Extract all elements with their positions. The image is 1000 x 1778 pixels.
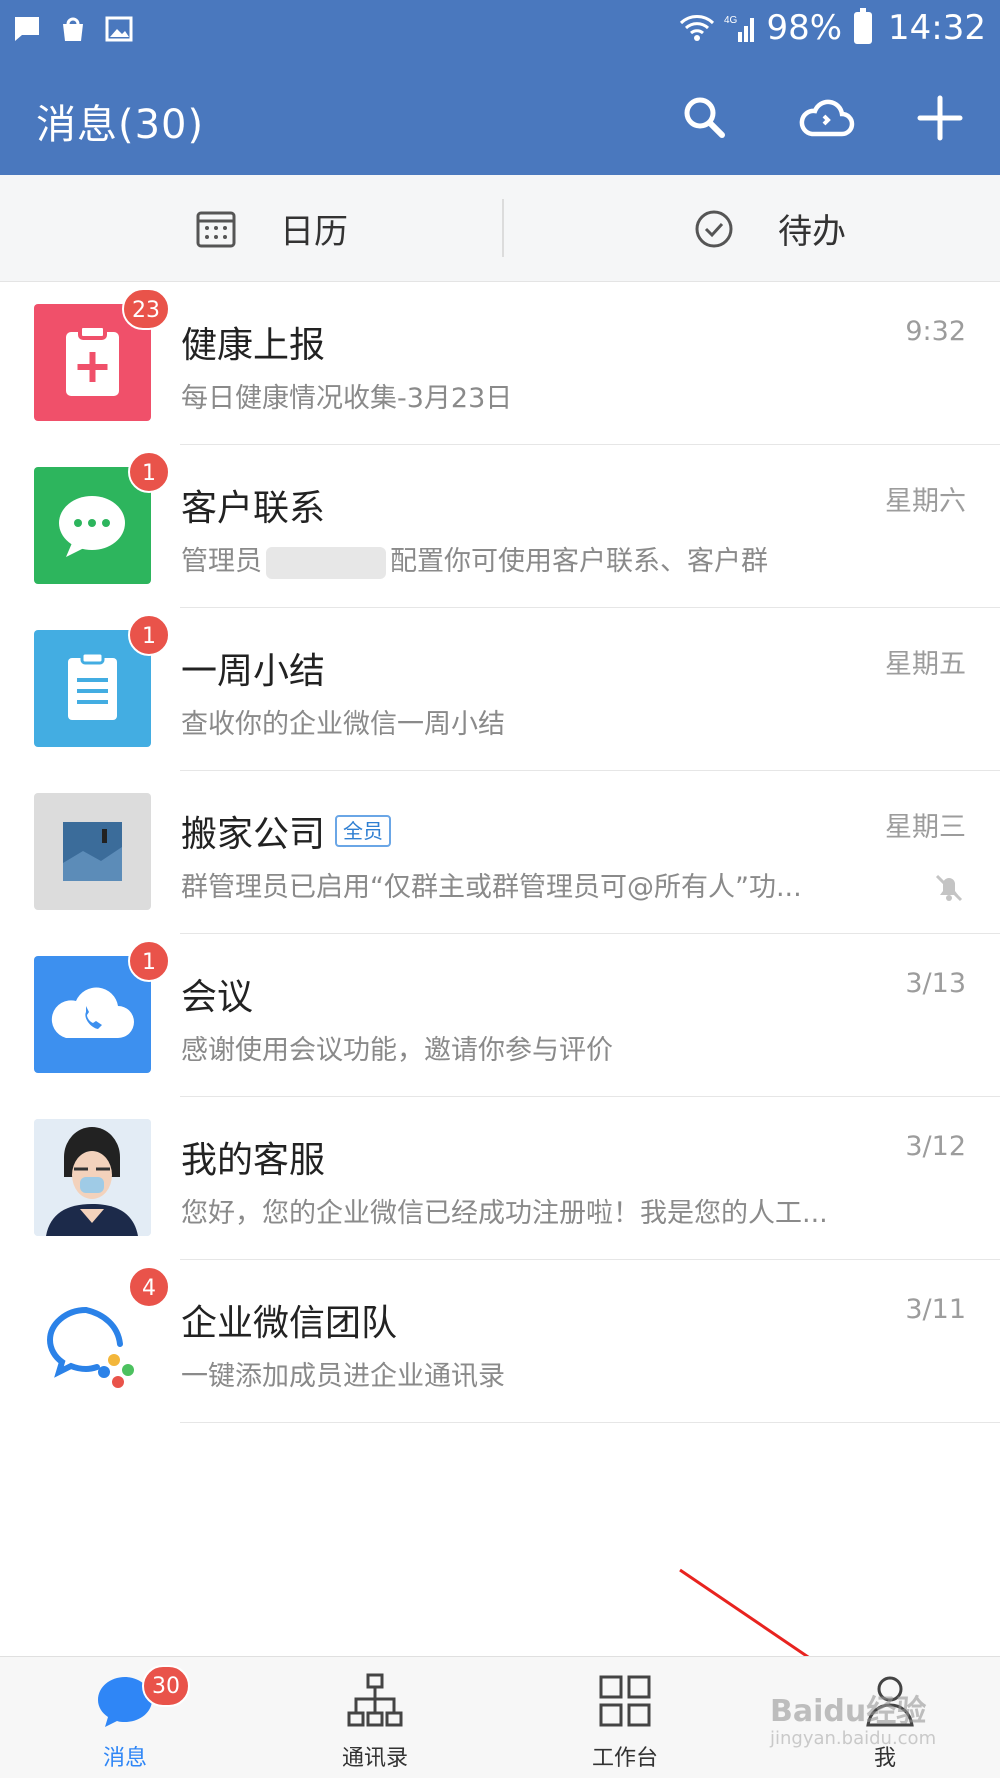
message-preview: 查收你的企业微信一周小结 (181, 709, 505, 740)
status-bar: 4G 98% 14:32 (0, 0, 1000, 60)
list-item[interactable]: 1 会议 感谢使用会议功能，邀请你参与评价 3/13 (0, 934, 1000, 1097)
nav-contacts-label: 通讯录 (341, 1746, 408, 1771)
message-title: 客户联系 (181, 488, 326, 529)
list-item[interactable]: 我的客服 您好，您的企业微信已经成功注册啦！我是您的人工... 3/12 (0, 1097, 1000, 1260)
todo-label: 待办 (778, 212, 846, 252)
message-time: 9:32 (905, 316, 966, 347)
message-title: 企业微信团队 (181, 1303, 398, 1344)
group-photo-icon (63, 822, 122, 881)
message-title: 健康上报 (181, 325, 326, 366)
unread-badge: 1 (128, 940, 170, 982)
message-time: 星期五 (885, 649, 966, 680)
list-item[interactable]: 1 一周小结 查收你的企业微信一周小结 星期五 (0, 608, 1000, 771)
list-item[interactable]: 4 企业微信团队 一键添加成员进企业通讯录 3/11 (0, 1260, 1000, 1423)
person-photo-icon (34, 1119, 151, 1236)
message-title: 会议 (181, 977, 254, 1018)
app-header: 消息(30) (0, 60, 1000, 175)
unread-badge: 1 (128, 451, 170, 493)
clock: 14:32 (888, 8, 986, 48)
message-preview: 每日健康情况收集-3月23日 (181, 383, 513, 414)
redacted-name (266, 546, 386, 579)
divider (180, 1422, 1000, 1423)
message-preview: 感谢使用会议功能，邀请你参与评价 (181, 1035, 613, 1066)
system-status: 4G 98% 14:32 (678, 8, 986, 48)
calendar-label: 日历 (280, 212, 348, 252)
nav-workbench-label: 工作台 (591, 1746, 658, 1771)
messages-badge: 30 (142, 1665, 190, 1707)
watermark-url: jingyan.baidu.com (770, 1728, 937, 1749)
org-chart-icon (347, 1673, 403, 1727)
search-icon[interactable] (674, 88, 734, 148)
page: 4G 98% 14:32 消息(30) 日历 待办 23 健康上报 每日健康情况… (0, 0, 1000, 1778)
all-members-tag: 全员 (335, 815, 392, 847)
message-time: 3/12 (905, 1131, 966, 1162)
wifi-icon (680, 15, 715, 41)
divider (502, 199, 504, 257)
shopping-bag-icon (63, 17, 83, 41)
list-item[interactable]: 搬家公司 全员 群管理员已启用“仅群主或群管理员可@所有人”功... 星期三 (0, 771, 1000, 934)
list-item[interactable]: 23 健康上报 每日健康情况收集-3月23日 9:32 (0, 282, 1000, 445)
unread-badge: 1 (128, 614, 170, 656)
chat-notification-icon (15, 17, 39, 41)
message-time: 星期三 (885, 812, 966, 843)
muted-bell-icon (935, 874, 963, 902)
nav-workbench[interactable]: 工作台 (500, 1657, 750, 1778)
page-title: 消息(30) (36, 102, 205, 148)
battery-icon (854, 8, 873, 44)
notification-icons (12, 14, 134, 44)
message-time: 星期六 (885, 486, 966, 517)
unread-badge: 4 (128, 1266, 170, 1308)
add-icon[interactable] (910, 88, 970, 148)
customer-service-avatar (34, 1119, 151, 1236)
quick-bar: 日历 待办 (0, 175, 1000, 282)
todo-button[interactable]: 待办 (694, 175, 846, 282)
message-time: 3/11 (905, 1294, 966, 1325)
grid-icon (599, 1675, 651, 1727)
message-title: 一周小结 (181, 651, 326, 692)
nav-messages[interactable]: 30 消息 (0, 1657, 250, 1778)
message-title: 搬家公司 全员 (181, 805, 392, 857)
calendar-icon (196, 211, 236, 247)
message-list: 23 健康上报 每日健康情况收集-3月23日 9:32 1 客户联系 管理员 配置… (0, 282, 1000, 1423)
message-time: 3/13 (905, 968, 966, 999)
cloud-icon[interactable] (796, 88, 856, 148)
nav-contacts[interactable]: 通讯录 (250, 1657, 500, 1778)
image-notification-icon (105, 16, 133, 42)
nav-messages-label: 消息 (102, 1746, 147, 1771)
message-preview: 您好，您的企业微信已经成功注册啦！我是您的人工... (181, 1198, 828, 1229)
watermark: Baidu经验 (770, 1694, 927, 1729)
message-preview: 一键添加成员进企业通讯录 (181, 1361, 505, 1392)
unread-badge: 23 (122, 288, 170, 330)
check-circle-icon (695, 210, 733, 247)
group-avatar (34, 793, 151, 910)
svg-text:4G: 4G (724, 15, 738, 26)
message-preview: 群管理员已启用“仅群主或群管理员可@所有人”功... (181, 872, 802, 903)
message-preview: 管理员 配置你可使用客户联系、客户群 (181, 546, 768, 579)
signal-icon: 4G (724, 15, 755, 42)
battery-percent: 98% (766, 8, 843, 48)
calendar-button[interactable]: 日历 (196, 175, 348, 282)
message-title: 我的客服 (181, 1140, 326, 1181)
list-item[interactable]: 1 客户联系 管理员 配置你可使用客户联系、客户群 星期六 (0, 445, 1000, 608)
